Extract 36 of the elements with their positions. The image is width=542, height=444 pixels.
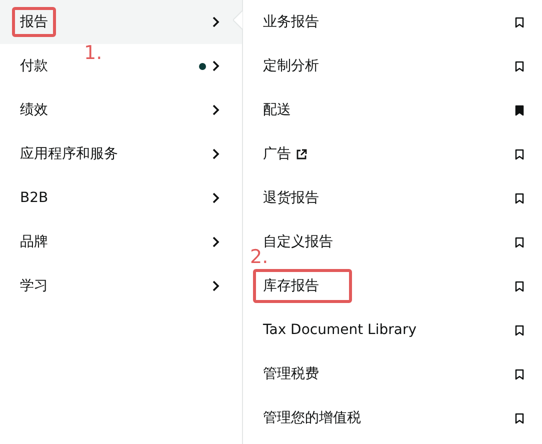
chevron-right-icon (212, 104, 220, 116)
submenu-item[interactable]: 定制分析 (263, 57, 319, 75)
bookmark-icon[interactable] (515, 280, 524, 292)
menu-item[interactable]: 品牌 (20, 233, 48, 251)
menu-item[interactable]: 应用程序和服务 (20, 145, 118, 163)
step-number: 1. (84, 44, 102, 63)
chevron-right-icon (212, 16, 220, 28)
chevron-right-icon (212, 236, 220, 248)
menu-item[interactable]: 报告 (20, 14, 48, 30)
menu-item[interactable]: B2B (20, 190, 48, 206)
bookmark-icon[interactable] (515, 368, 524, 380)
submenu-item[interactable]: 退货报告 (263, 189, 319, 207)
submenu-item[interactable]: 自定义报告 (263, 233, 333, 251)
bookmark-icon[interactable] (515, 148, 524, 160)
step-number: 2. (250, 248, 268, 267)
bookmark-icon[interactable] (515, 60, 524, 72)
submenu-item[interactable]: 业务报告 (263, 13, 319, 31)
chevron-right-icon (212, 280, 220, 292)
submenu-item[interactable]: 管理税费 (263, 365, 319, 383)
bookmark-icon[interactable] (515, 412, 524, 424)
menu-item[interactable]: 付款 (20, 57, 48, 75)
chevron-right-icon (212, 60, 220, 72)
bookmark-icon[interactable] (515, 324, 524, 336)
chevron-right-icon (212, 148, 220, 160)
submenu-item[interactable]: 配送 (263, 101, 291, 119)
bookmark-icon[interactable] (515, 236, 524, 248)
bookmark-icon[interactable] (515, 16, 524, 28)
menu-item[interactable]: 学习 (20, 277, 48, 295)
submenu-item[interactable]: 广告 (263, 145, 291, 163)
submenu-item[interactable]: Tax Document Library (263, 322, 416, 338)
chevron-right-icon (212, 192, 220, 204)
submenu-item[interactable]: 库存报告 (263, 278, 319, 294)
submenu-item[interactable]: 管理您的增值税 (263, 409, 361, 427)
bookmark-icon[interactable] (515, 104, 524, 116)
bookmark-icon[interactable] (515, 192, 524, 204)
menu-item[interactable]: 绩效 (20, 101, 48, 119)
